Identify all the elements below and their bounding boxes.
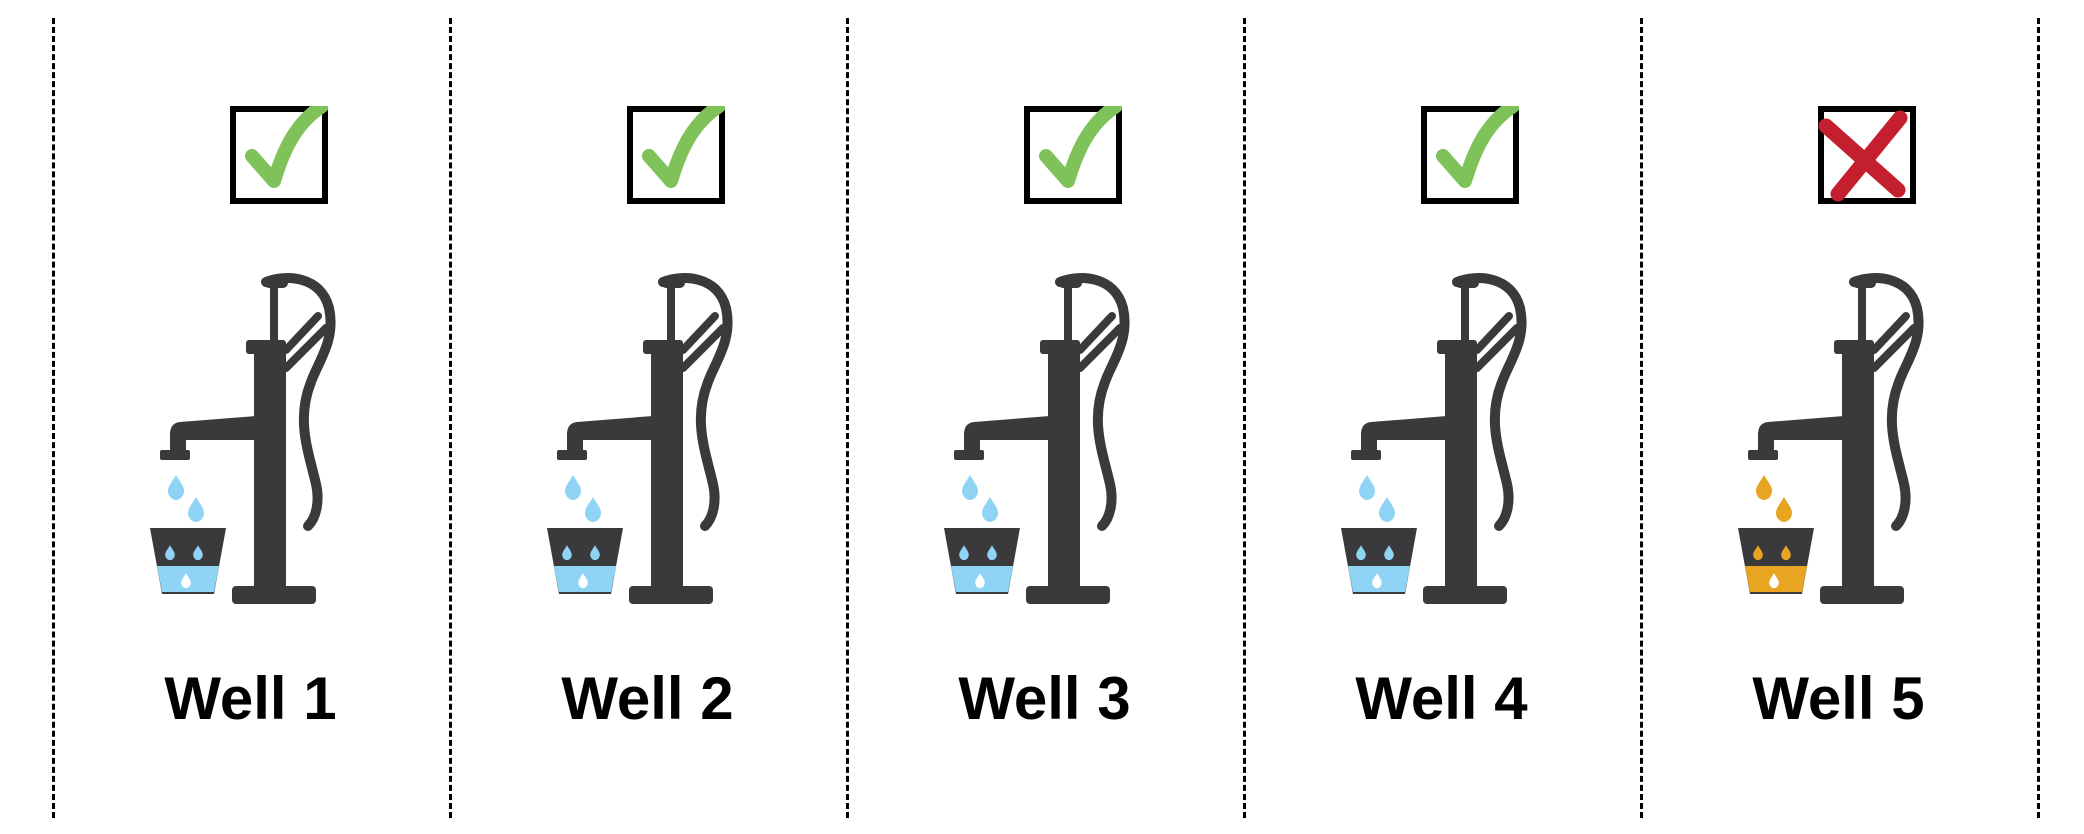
status-checkbox bbox=[1024, 106, 1122, 204]
water-drop bbox=[1379, 497, 1395, 522]
well-panel-2: Well 2 bbox=[449, 0, 846, 834]
bucket-icon bbox=[547, 528, 623, 594]
water-drop bbox=[1776, 497, 1792, 522]
water-drop bbox=[565, 475, 581, 500]
water-drop bbox=[1359, 475, 1375, 500]
well-label: Well 3 bbox=[958, 665, 1131, 732]
well-panel-5: Well 5 bbox=[1640, 0, 2037, 834]
well-comparison-figure: Well 1 Well 2 Well 3 Well 4 Well 5 bbox=[0, 0, 2084, 834]
status-checkbox bbox=[1421, 106, 1519, 204]
well-label: Well 4 bbox=[1355, 665, 1528, 732]
well-panel-1: Well 1 bbox=[52, 0, 449, 834]
well-label: Well 5 bbox=[1752, 665, 1925, 732]
status-checkbox bbox=[230, 106, 328, 204]
well-panel-3: Well 3 bbox=[846, 0, 1243, 834]
hand-pump-icon bbox=[547, 273, 733, 604]
panel-divider bbox=[2037, 18, 2040, 818]
well-panel-4: Well 4 bbox=[1243, 0, 1640, 834]
bucket-icon bbox=[1738, 528, 1814, 594]
water-drop bbox=[188, 497, 204, 522]
hand-pump-icon bbox=[944, 273, 1130, 604]
well-label: Well 2 bbox=[561, 665, 734, 732]
water-drop bbox=[585, 497, 601, 522]
hand-pump-icon bbox=[1738, 273, 1924, 604]
water-drop bbox=[1756, 475, 1772, 500]
bucket-icon bbox=[944, 528, 1020, 594]
hand-pump-icon bbox=[150, 273, 336, 604]
hand-pump-icon bbox=[1341, 273, 1527, 604]
bucket-icon bbox=[1341, 528, 1417, 594]
status-checkbox bbox=[1818, 106, 1916, 204]
well-label: Well 1 bbox=[164, 665, 337, 732]
status-checkbox bbox=[627, 106, 725, 204]
water-drop bbox=[168, 475, 184, 500]
water-drop bbox=[962, 475, 978, 500]
water-drop bbox=[982, 497, 998, 522]
bucket-icon bbox=[150, 528, 226, 594]
